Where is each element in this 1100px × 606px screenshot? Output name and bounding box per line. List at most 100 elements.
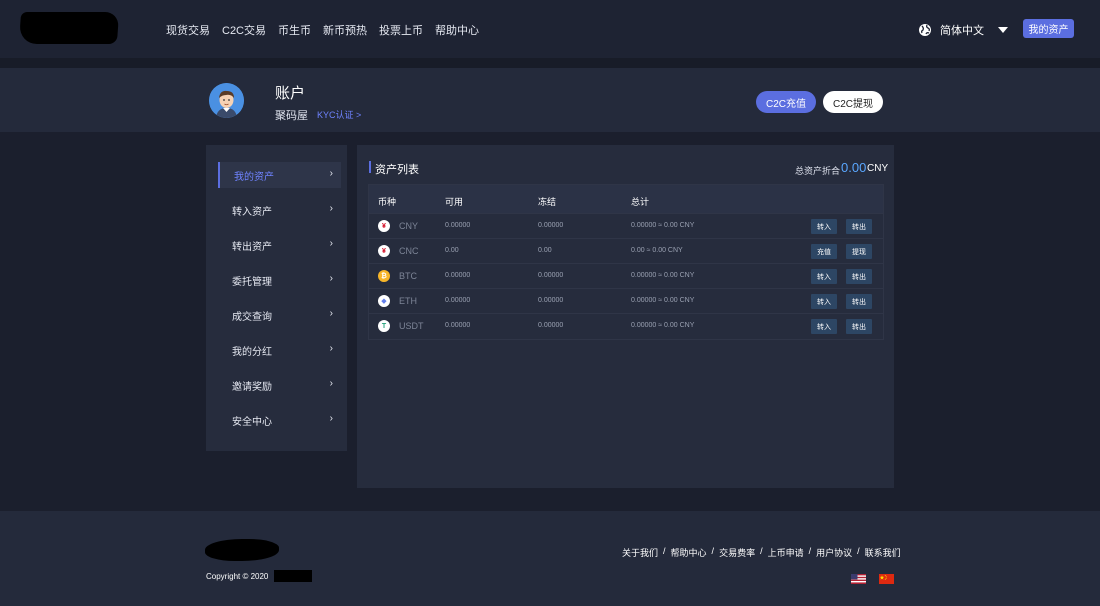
chevron-right-icon: › (329, 378, 333, 389)
site-footer: Copyright © 2020 关于我们 / 帮助中心 / 交易费率 / 上币… (0, 511, 1100, 606)
column-header-available: 可用 (445, 197, 464, 207)
coin-name: CNY (399, 221, 419, 231)
chevron-right-icon: › (329, 413, 333, 424)
nav-divider (0, 58, 1100, 68)
kyc-verification-link[interactable]: KYC认证 > (317, 108, 361, 121)
footer-link-listing-application[interactable]: 上币申请 (768, 546, 804, 559)
cn-flag-icon[interactable] (879, 574, 894, 584)
sidebar-item-my-dividends[interactable]: 我的分红 › (218, 337, 341, 363)
sidebar-item-transfer-in[interactable]: 转入资产 › (218, 197, 341, 223)
available-amount: 0.00000 (445, 297, 471, 304)
account-sidebar: 我的资产 › 转入资产 › 转出资产 › 委托管理 › 成交查询 › 我的分红 … (206, 145, 347, 451)
account-banner: 账户 聚码屋 KYC认证 > C2C充值 C2C提现 (0, 68, 1100, 132)
column-header-frozen: 冻结 (538, 197, 557, 207)
main-nav: 现货交易 C2C交易 币生币 新币预热 投票上币 帮助中心 (166, 22, 479, 38)
withdraw-button[interactable]: 提现 (846, 244, 872, 259)
sidebar-item-trade-history[interactable]: 成交查询 › (218, 302, 341, 328)
c2c-withdraw-button[interactable]: C2C提现 (823, 91, 883, 113)
nav-new-coin-preview[interactable]: 新币预热 (323, 22, 367, 38)
us-flag-icon[interactable] (851, 574, 866, 584)
table-row: ¥ CNY 0.00000 0.00000 0.00000 ≈ 0.00 CNY… (369, 213, 883, 238)
footer-link-help-center[interactable]: 帮助中心 (671, 546, 707, 559)
avatar (209, 83, 244, 118)
footer-link-about-us[interactable]: 关于我们 (622, 546, 658, 559)
coin-name: ETH (399, 296, 417, 306)
column-header-total: 总计 (631, 197, 650, 207)
recharge-button[interactable]: 充值 (811, 244, 837, 259)
chevron-right-icon: › (329, 168, 333, 179)
frozen-amount: 0.00 (538, 247, 552, 254)
sidebar-item-label: 邀请奖励 (232, 381, 272, 393)
frozen-amount: 0.00000 (538, 222, 564, 229)
nav-help-center[interactable]: 帮助中心 (435, 22, 479, 38)
footer-links: 关于我们 / 帮助中心 / 交易费率 / 上币申请 / 用户协议 / 联系我们 (622, 546, 901, 559)
available-amount: 0.00 (445, 247, 459, 254)
chevron-right-icon: › (329, 343, 333, 354)
chevron-down-icon (998, 27, 1008, 33)
nav-coin-earn[interactable]: 币生币 (278, 22, 311, 38)
footer-separator: / (857, 546, 860, 556)
footer-separator: / (663, 546, 666, 556)
available-amount: 0.00000 (445, 322, 471, 329)
asset-list-title: 资产列表 (375, 164, 419, 176)
sidebar-item-transfer-out[interactable]: 转出资产 › (218, 232, 341, 258)
eth-coin-icon: ◆ (378, 295, 390, 307)
account-username: 聚码屋 (275, 110, 308, 122)
cnc-coin-icon: ¥ (378, 245, 390, 257)
nav-c2c-trading[interactable]: C2C交易 (222, 22, 266, 38)
footer-separator: / (808, 546, 812, 556)
transfer-out-button[interactable]: 转出 (846, 219, 872, 234)
transfer-out-button[interactable]: 转出 (846, 294, 872, 309)
chevron-right-icon: › (329, 203, 333, 214)
logo-redacted-tail (34, 30, 94, 44)
sidebar-item-invite-rewards[interactable]: 邀请奖励 › (218, 372, 341, 398)
transfer-in-button[interactable]: 转入 (811, 219, 837, 234)
sidebar-item-label: 我的资产 (234, 171, 274, 183)
chevron-right-icon: › (329, 238, 333, 249)
language-label: 简体中文 (940, 25, 984, 37)
sidebar-item-label: 转出资产 (232, 241, 272, 253)
copyright-redacted (274, 570, 312, 582)
coin-name: CNC (399, 246, 419, 256)
transfer-in-button[interactable]: 转入 (811, 269, 837, 284)
transfer-out-button[interactable]: 转出 (846, 319, 872, 334)
sidebar-item-my-assets[interactable]: 我的资产 › (218, 162, 341, 188)
footer-link-user-agreement[interactable]: 用户协议 (816, 546, 852, 559)
table-header: 币种 可用 冻结 总计 (369, 185, 883, 213)
transfer-in-button[interactable]: 转入 (811, 319, 837, 334)
c2c-recharge-button[interactable]: C2C充值 (756, 91, 816, 113)
asset-panel: 资产列表 总资产折合 0.00 CNY 币种 可用 冻结 总计 ¥ CNY 0.… (357, 145, 894, 488)
total-amount: 0.00 ≈ 0.00 CNY (631, 247, 683, 254)
total-amount: 0.00000 ≈ 0.00 CNY (631, 297, 695, 304)
sidebar-item-label: 转入资产 (232, 206, 272, 218)
table-row: ◆ ETH 0.00000 0.00000 0.00000 ≈ 0.00 CNY… (369, 288, 883, 313)
transfer-out-button[interactable]: 转出 (846, 269, 872, 284)
footer-link-contact-us[interactable]: 联系我们 (865, 546, 901, 559)
sidebar-item-security-center[interactable]: 安全中心 › (218, 407, 341, 433)
nav-spot-trading[interactable]: 现货交易 (166, 22, 210, 38)
frozen-amount: 0.00000 (538, 272, 564, 279)
language-selector[interactable]: 简体中文 (918, 22, 1008, 38)
total-amount: 0.00000 ≈ 0.00 CNY (631, 272, 695, 279)
table-row: ₿ BTC 0.00000 0.00000 0.00000 ≈ 0.00 CNY… (369, 263, 883, 288)
sidebar-item-label: 我的分红 (232, 346, 272, 358)
sidebar-item-order-management[interactable]: 委托管理 › (218, 267, 341, 293)
footer-link-fees[interactable]: 交易费率 (719, 546, 755, 559)
chevron-right-icon: › (329, 273, 333, 284)
sidebar-item-label: 委托管理 (232, 276, 272, 288)
footer-separator: / (760, 546, 763, 556)
avatar-illustration-icon (209, 83, 244, 118)
my-assets-button[interactable]: 我的资产 (1023, 19, 1074, 38)
total-assets-value: 0.00 (841, 160, 867, 175)
asset-table: 币种 可用 冻结 总计 ¥ CNY 0.00000 0.00000 0.0000… (368, 184, 884, 340)
total-assets-label: 总资产折合 (795, 166, 841, 176)
sidebar-item-label: 安全中心 (232, 416, 272, 428)
chevron-right-icon: › (329, 308, 333, 319)
total-assets-unit: CNY (867, 163, 889, 174)
transfer-in-button[interactable]: 转入 (811, 294, 837, 309)
nav-vote-listing[interactable]: 投票上币 (379, 22, 423, 38)
usdt-coin-icon: T (378, 320, 390, 332)
footer-separator: / (711, 546, 715, 556)
account-title: 账户 (275, 85, 306, 102)
available-amount: 0.00000 (445, 272, 471, 279)
